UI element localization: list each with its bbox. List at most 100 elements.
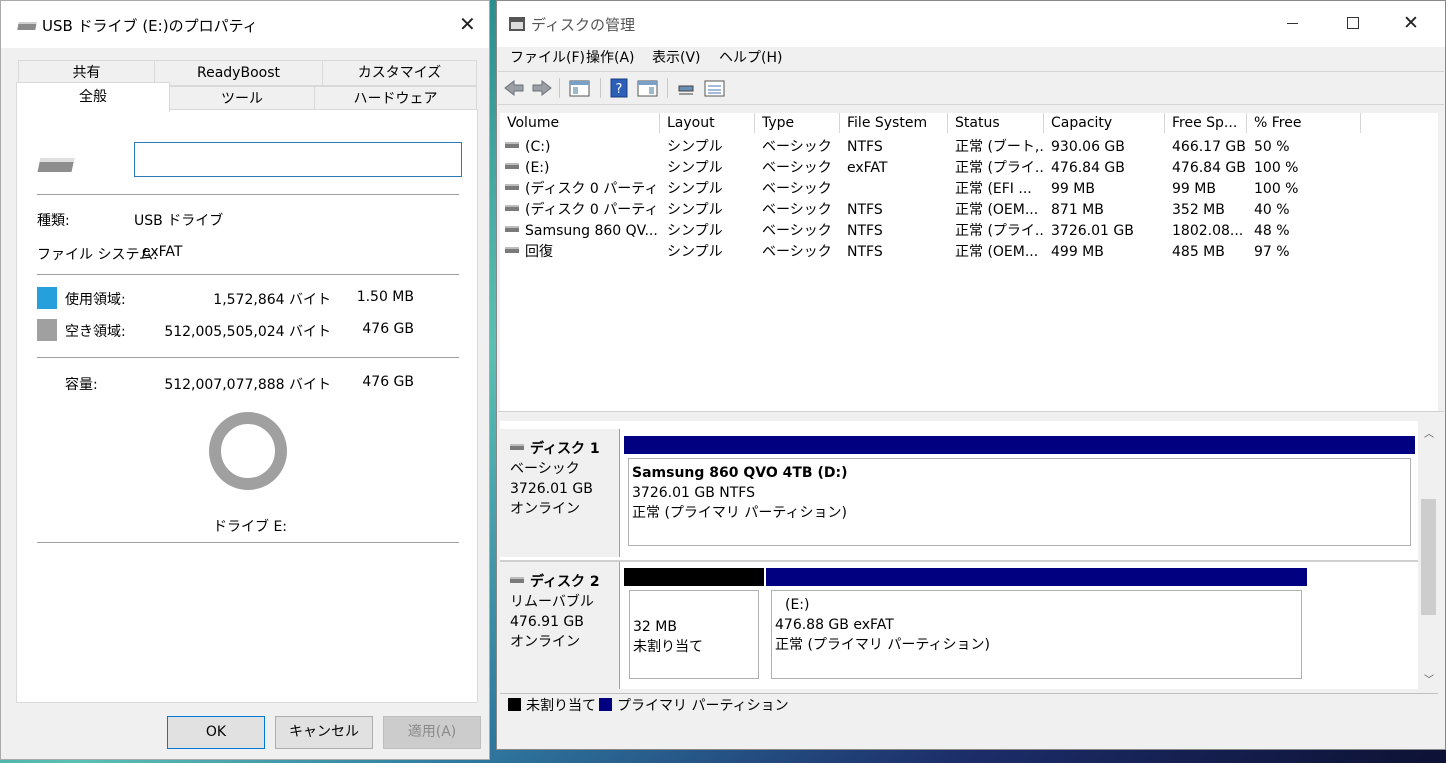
volume-name-input[interactable] [134, 142, 462, 177]
cancel-button[interactable]: キャンセル [275, 716, 373, 749]
back-arrow-icon[interactable] [503, 78, 525, 98]
column-header-volume[interactable]: Volume [500, 113, 660, 133]
apply-button[interactable]: 適用(A) [383, 716, 481, 749]
cell-text: Samsung 860 QV... [525, 223, 658, 239]
disk-management-icon [509, 17, 525, 31]
volume-icon [505, 142, 519, 148]
cell-text: 正常 (ブート,... [955, 139, 1045, 155]
file-system-value: exFAT [142, 244, 183, 260]
ok-button[interactable]: OK [167, 716, 265, 749]
tab-customize[interactable]: カスタマイズ [322, 60, 477, 86]
cell-text: 正常 (プライ... [955, 160, 1045, 176]
disk2-partition-e[interactable]: (E:) 476.88 GB exFAT 正常 (プライマリ パーティション) [765, 567, 1308, 685]
partition-status: 正常 (プライマリ パーティション) [632, 505, 847, 521]
capacity-bytes: 512,007,077,888 バイト [164, 377, 331, 393]
volume-icon [505, 184, 519, 190]
cell-text: 99 MB [1172, 181, 1216, 197]
capacity-size: 476 GB [362, 374, 414, 390]
column-header-free-space[interactable]: Free Sp... [1165, 113, 1247, 133]
cell-text: シンプル [667, 244, 723, 260]
cell-text: ベーシック [762, 202, 832, 218]
table-cell: シンプル [667, 179, 757, 199]
volume-name-cell[interactable]: (E:) [505, 158, 658, 178]
table-cell: 476.84 GB [1051, 158, 1166, 178]
disk1-name: ディスク 1 [510, 439, 619, 459]
table-cell: exFAT [847, 158, 947, 178]
disk1-info[interactable]: ディスク 1 ベーシック 3726.01 GB オンライン [500, 429, 620, 557]
cell-text: NTFS [847, 139, 883, 155]
cell-text: ベーシック [762, 244, 832, 260]
disk2-unallocated[interactable]: 32 MB 未割り当て [623, 567, 765, 685]
column-header-capacity[interactable]: Capacity [1044, 113, 1165, 133]
help-icon[interactable]: ? [609, 78, 631, 98]
column-header-layout[interactable]: Layout [660, 113, 755, 133]
menu-action[interactable]: 操作(A) [586, 48, 635, 68]
maximize-icon[interactable] [1347, 17, 1359, 29]
close-icon[interactable]: ✕ [1403, 12, 1419, 34]
used-space-bytes: 1,572,864 バイト [213, 292, 331, 308]
close-icon[interactable]: ✕ [459, 12, 476, 36]
divider [37, 542, 459, 543]
cell-text: ベーシック [762, 223, 832, 239]
forward-arrow-icon[interactable] [531, 78, 553, 98]
volume-name-cell[interactable]: (ディスク 0 パーティショ... [505, 200, 658, 220]
cell-text: 正常 (OEM... [955, 202, 1039, 218]
partition-name: (E:) [785, 597, 810, 613]
scroll-up-icon[interactable]: ︿ [1424, 425, 1434, 440]
menu-file[interactable]: ファイル(F) [510, 48, 585, 68]
dm-title-bar: ディスクの管理 ✕ [497, 1, 1445, 47]
volume-name-cell[interactable]: (C:) [505, 137, 658, 157]
pane-splitter[interactable] [498, 411, 1444, 421]
cell-text: NTFS [847, 223, 883, 239]
column-header-status[interactable]: Status [948, 113, 1044, 133]
volume-name-cell[interactable]: Samsung 860 QV... [505, 221, 658, 241]
volume-icon [505, 163, 519, 169]
divider [37, 194, 459, 195]
table-cell: 正常 (プライ... [955, 221, 1045, 241]
table-cell: 100 % [1254, 179, 1354, 199]
menu-view[interactable]: 表示(V) [652, 48, 701, 68]
column-header-percent-free[interactable]: % Free [1247, 113, 1361, 133]
table-cell: 40 % [1254, 200, 1354, 220]
menu-help[interactable]: ヘルプ(H) [719, 48, 782, 68]
cell-text: NTFS [847, 244, 883, 260]
connect-icon[interactable] [676, 78, 698, 98]
cell-text: 485 MB [1172, 244, 1225, 260]
used-space-size: 1.50 MB [356, 289, 414, 305]
tab-readyboost[interactable]: ReadyBoost [154, 60, 323, 86]
disk1-partition-d[interactable]: Samsung 860 QVO 4TB (D:) 3726.01 GB NTFS… [623, 435, 1416, 552]
graphical-view-scrollbar[interactable]: ︿ ﹀ [1419, 421, 1438, 689]
cell-text: 1802.08... [1172, 223, 1244, 239]
disk-separator [500, 560, 1418, 562]
table-cell: 正常 (OEM... [955, 242, 1045, 262]
cell-text: 3726.01 GB [1051, 223, 1134, 239]
usb-drive-large-icon [37, 158, 75, 172]
table-cell: シンプル [667, 242, 757, 262]
table-cell: ベーシック [762, 158, 842, 178]
scroll-thumb[interactable] [1421, 499, 1436, 615]
cell-text: 40 % [1254, 202, 1290, 218]
primary-partition-bar [624, 436, 1415, 454]
column-header-file-system[interactable]: File System [840, 113, 948, 133]
volume-name-cell[interactable]: 回復 [505, 242, 658, 262]
minimize-icon[interactable] [1287, 23, 1298, 24]
svg-text:?: ? [616, 82, 623, 97]
list-view-icon[interactable] [704, 78, 726, 98]
column-header-type[interactable]: Type [755, 113, 840, 133]
cell-text: シンプル [667, 181, 723, 197]
tab-general[interactable]: 全般 [16, 82, 170, 112]
partition-details: (E:) 476.88 GB exFAT 正常 (プライマリ パーティション) [771, 590, 1302, 679]
unallocated-label: 未割り当て [633, 639, 703, 655]
used-space-label: 使用領域: [65, 292, 126, 308]
properties-title: USB ドライブ (E:)のプロパティ [42, 17, 258, 35]
cell-text: 499 MB [1051, 244, 1104, 260]
disk2-info[interactable]: ディスク 2 リムーバブル 476.91 GB オンライン [500, 562, 620, 689]
cell-text: (ディスク 0 パーティショ... [525, 202, 658, 218]
console-tree-icon[interactable] [569, 78, 591, 98]
volume-name-cell[interactable]: (ディスク 0 パーティショ... [505, 179, 658, 199]
toolbar-separator [559, 78, 560, 98]
cell-text: 466.17 GB [1172, 139, 1246, 155]
properties-icon[interactable] [637, 78, 659, 98]
scroll-down-icon[interactable]: ﹀ [1424, 671, 1434, 686]
table-cell: シンプル [667, 137, 757, 157]
